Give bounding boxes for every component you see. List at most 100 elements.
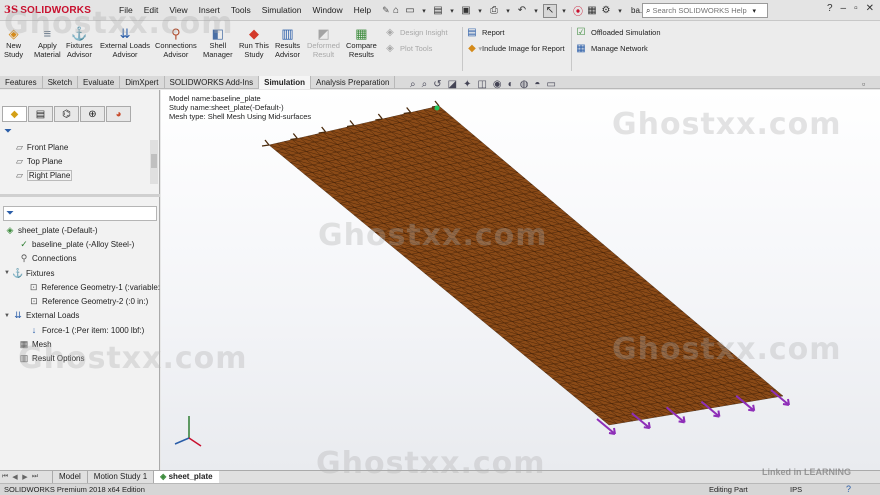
tree-item-mesh[interactable]: ▦ Mesh (2, 337, 160, 351)
deformed-result-button[interactable]: ◩ Deformed Result (307, 25, 340, 59)
tab-analysis-preparation[interactable]: Analysis Preparation (311, 76, 396, 89)
tree-item-external-loads[interactable]: ▼ ⇊ External Loads (2, 309, 160, 323)
expand-arrow-icon[interactable]: ▼ (4, 270, 12, 276)
tab-solidworks-add-ins[interactable]: SOLIDWORKS Add-Ins (165, 76, 260, 89)
dropdown-arrow-icon[interactable]: ▾ (417, 4, 431, 18)
select-cursor-icon[interactable]: ↖ (543, 3, 557, 18)
menu-simulation[interactable]: Simulation (262, 5, 302, 16)
zoom-to-fit-icon[interactable]: ⌕ (410, 79, 416, 90)
save-icon[interactable]: ▣ (459, 4, 473, 18)
help-question-icon[interactable]: ? (827, 3, 833, 14)
edit-appearance-icon[interactable]: ◍ (520, 79, 529, 90)
feature-manager-tab-icon[interactable]: ◆ (2, 106, 27, 122)
fixtures-advisor-button[interactable]: ⚓ Fixtures Advisor (66, 25, 93, 59)
apply-scene-icon[interactable]: ◓ (534, 79, 540, 90)
menu-window[interactable]: Window (312, 5, 342, 16)
view-orientation-icon[interactable]: ◫ (477, 79, 486, 90)
options-gear-icon[interactable]: ⚙ (599, 4, 613, 18)
solidworks-logo[interactable]: 3S SOLIDWORKS (4, 3, 91, 18)
menu-insert[interactable]: Insert (199, 5, 220, 16)
dropdown-arrow-icon[interactable]: ▾ (501, 4, 515, 18)
dropdown-arrow-icon[interactable]: ▾ (445, 4, 459, 18)
property-manager-tab-icon[interactable]: ▤ (28, 106, 53, 122)
filter-icon[interactable]: ⏷ (6, 208, 14, 219)
simulation-tree-filter[interactable]: ⏷ (3, 206, 157, 221)
tree-item-connections[interactable]: ⚲ Connections (2, 252, 160, 266)
new-document-icon[interactable]: ▭ (403, 4, 417, 18)
results-advisor-button[interactable]: ▥ Results Advisor (275, 25, 300, 59)
include-image-button[interactable]: ◆ Include Image for Report (466, 43, 564, 54)
help-question-icon[interactable]: ? (846, 484, 851, 494)
units-selector[interactable]: IPS (790, 485, 802, 494)
menu-view[interactable]: View (169, 5, 187, 16)
tab-motion-study-1[interactable]: Motion Study 1 (86, 471, 153, 483)
tree-item-part[interactable]: ✓ baseline_plate (-Alloy Steel-) (2, 237, 160, 251)
panel-splitter[interactable] (0, 194, 160, 197)
first-tab-icon[interactable]: ⏮ (0, 473, 10, 481)
viewport-restore-icon[interactable]: ▫ (862, 79, 865, 89)
open-folder-icon[interactable]: ▤ (431, 4, 445, 18)
tree-item-result-options[interactable]: ▥ Result Options (2, 352, 160, 366)
home-icon[interactable]: ⌂ (389, 4, 403, 18)
expand-arrow-icon[interactable]: ▼ (4, 313, 12, 319)
tab-evaluate[interactable]: Evaluate (78, 76, 121, 89)
tree-item-force-1[interactable]: ↓ Force-1 (:Per item: 1000 lbf:) (2, 323, 160, 337)
tree-item-fixtures[interactable]: ▼ ⚓ Fixtures (2, 266, 160, 280)
rebuild-traffic-light-icon[interactable]: ⦿ (571, 4, 585, 18)
tab-simulation[interactable]: Simulation (259, 76, 312, 89)
manage-network-button[interactable]: ▦ Manage Network (575, 43, 647, 54)
dynamic-annotation-icon[interactable]: ✦ (463, 79, 471, 90)
search-dropdown-icon[interactable]: ▾ (752, 7, 756, 15)
compare-results-button[interactable]: ▦ Compare Results (346, 25, 377, 59)
menu-tools[interactable]: Tools (231, 5, 251, 16)
section-view-icon[interactable]: ◪ (448, 79, 457, 90)
tree-item-front-plane[interactable]: ▱ Front Plane (16, 140, 156, 154)
tree-scrollbar[interactable] (150, 140, 158, 184)
tab-sketch[interactable]: Sketch (43, 76, 79, 89)
report-button[interactable]: ▤ Report (466, 27, 504, 38)
apply-material-button[interactable]: ≡ Apply Material (34, 25, 61, 59)
minimize-icon[interactable]: – (841, 3, 847, 14)
menu-file[interactable]: File (119, 5, 133, 16)
close-icon[interactable]: ✕ (866, 3, 874, 14)
display-style-icon[interactable]: ◉ (493, 79, 502, 90)
tab-sheet-plate[interactable]: ◈ sheet_plate (153, 471, 219, 483)
external-loads-advisor-button[interactable]: ⇊ External Loads Advisor (100, 25, 150, 59)
file-properties-icon[interactable]: ▦ (585, 4, 599, 18)
display-manager-tab-icon[interactable]: ◕ (106, 106, 131, 122)
graphics-viewport[interactable]: Model name:baseline_plate Study name:she… (161, 90, 880, 470)
print-icon[interactable]: ⎙ (487, 4, 501, 18)
plate-surface[interactable] (269, 106, 783, 425)
scrollbar-thumb[interactable] (151, 154, 157, 168)
tree-item-top-plane[interactable]: ▱ Top Plane (16, 154, 156, 168)
hide-show-items-icon[interactable]: ◐ (508, 79, 514, 90)
dropdown-arrow-icon[interactable]: ▾ (473, 4, 487, 18)
connections-advisor-button[interactable]: ⚲ Connections Advisor (155, 25, 197, 59)
menu-edit[interactable]: Edit (144, 5, 159, 16)
meshed-plate-model[interactable] (161, 90, 880, 470)
menu-help[interactable]: Help (354, 5, 371, 16)
search-input[interactable] (652, 6, 753, 15)
dropdown-arrow-icon[interactable]: ▾ (613, 4, 627, 18)
offloaded-simulation-button[interactable]: ☑ Offloaded Simulation (575, 27, 661, 38)
tree-item-fixture-2[interactable]: ⊡ Reference Geometry-2 (:0 in:) (2, 294, 160, 308)
tab-dimxpert[interactable]: DimXpert (120, 76, 165, 89)
restore-icon[interactable]: ▫ (854, 3, 858, 14)
filter-icon[interactable]: ⏷ (4, 126, 12, 137)
last-tab-icon[interactable]: ⏭ (30, 473, 40, 481)
configuration-manager-tab-icon[interactable]: ⌬ (54, 106, 79, 122)
dimxpert-manager-tab-icon[interactable]: ⊕ (80, 106, 105, 122)
previous-view-icon[interactable]: ↺ (433, 79, 441, 90)
tree-item-study-root[interactable]: ◈ sheet_plate (-Default-) (2, 223, 160, 237)
new-study-button[interactable]: ◈ New Study (4, 25, 23, 59)
design-insight-button[interactable]: ◈ Design Insight (384, 27, 447, 38)
dropdown-arrow-icon[interactable]: ▾ (529, 4, 543, 18)
help-search-box[interactable]: ⌕ ▾ (642, 3, 768, 18)
run-this-study-button[interactable]: ◆ Run This Study (239, 25, 269, 59)
tab-model[interactable]: Model (52, 471, 87, 483)
shell-manager-button[interactable]: ◧ Shell Manager (203, 25, 233, 59)
previous-tab-icon[interactable]: ◀ (10, 473, 20, 481)
tree-item-fixture-1[interactable]: ⊡ Reference Geometry-1 (:variable: (2, 280, 160, 294)
dropdown-arrow-icon[interactable]: ▾ (557, 4, 571, 18)
tree-item-right-plane[interactable]: ▱ Right Plane (16, 168, 156, 182)
